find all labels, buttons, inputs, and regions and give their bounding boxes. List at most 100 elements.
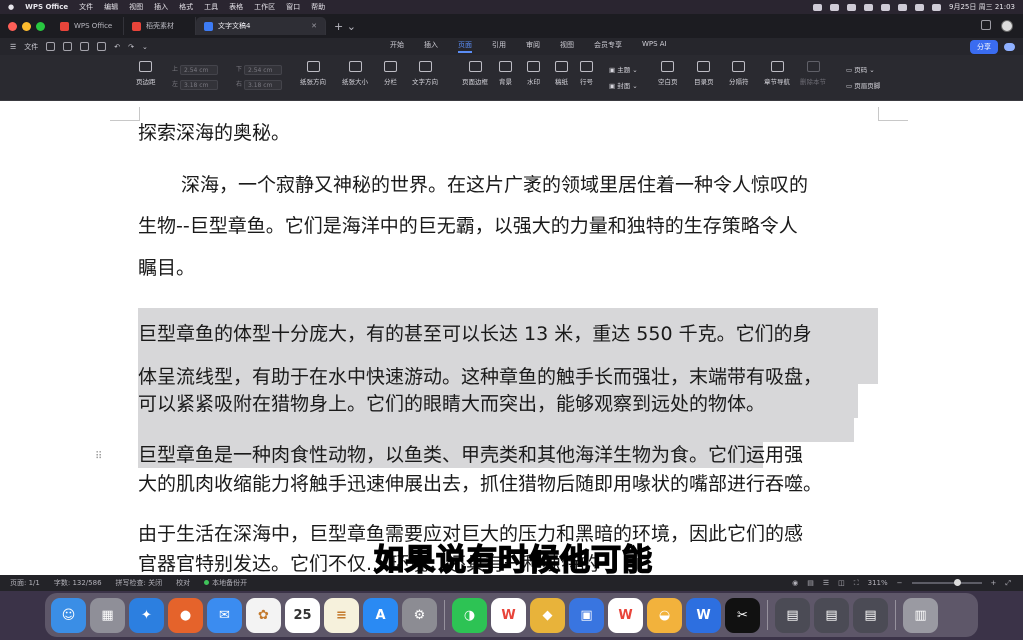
fullscreen-icon[interactable]: ⤢	[1005, 579, 1011, 588]
menu-window[interactable]: 窗口	[286, 2, 300, 12]
columns-button[interactable]: 分栏	[384, 61, 397, 86]
page-view-icon[interactable]: ▤	[807, 579, 814, 587]
tab-home[interactable]: 开始	[390, 40, 404, 53]
margin-right-input[interactable]: 3.18 cm	[244, 79, 283, 90]
page-count[interactable]: 页面: 1/1	[10, 578, 40, 588]
dock-toolbox-icon[interactable]: ◒	[647, 597, 682, 633]
new-tab-button[interactable]: + ⌄	[334, 20, 356, 33]
zoom-level[interactable]: 311%	[868, 579, 888, 587]
dock-trash-icon[interactable]: ▥	[903, 597, 938, 633]
page-border-button[interactable]: 页面边框	[462, 61, 488, 86]
wechat-status-icon[interactable]	[847, 3, 857, 11]
section-nav-button[interactable]: 章节导航	[764, 61, 790, 86]
menu-help[interactable]: 帮助	[311, 2, 325, 12]
line-number-button[interactable]: 行号	[580, 61, 593, 86]
proofread-button[interactable]: 校对	[176, 578, 190, 588]
tab-docer[interactable]: 稻壳素材	[124, 17, 196, 35]
tab-insert[interactable]: 插入	[424, 40, 438, 53]
tab-page[interactable]: 页面	[458, 40, 472, 53]
save-icon[interactable]	[63, 42, 73, 51]
dock-app-store-icon[interactable]: A	[363, 597, 398, 633]
doc-paragraph-1-line-3[interactable]: 瞩目。	[138, 247, 880, 289]
page-number-button[interactable]: ▭ 页码 ⌄	[846, 64, 875, 74]
dock-launchpad-icon[interactable]: ▦	[90, 597, 125, 633]
header-footer-button[interactable]: ▭ 页眉页脚	[846, 80, 880, 90]
close-tab-icon[interactable]: ✕	[311, 22, 317, 30]
margin-left-field[interactable]: 左 3.18 cm	[172, 79, 219, 90]
document-page[interactable]: ⠿ 探索深海的奥秘。 深海，一个寂静又神秘的世界。在这片广袤的领域里居住着一种令…	[0, 101, 1023, 575]
dock-window-thumb-3-icon[interactable]: ▤	[853, 597, 888, 633]
text-direction-button[interactable]: 文字方向	[412, 61, 438, 86]
tab-document[interactable]: 文字文稿4 ✕	[196, 17, 326, 35]
dock-wps-word-icon[interactable]: W	[686, 597, 721, 633]
orientation-button[interactable]: 纸张方向	[300, 61, 326, 86]
eye-icon[interactable]: ◉	[792, 579, 798, 587]
record-icon[interactable]	[813, 3, 823, 11]
dock-notes-icon[interactable]: ≡	[324, 597, 359, 633]
margin-bottom-field[interactable]: 下 2.54 cm	[236, 64, 283, 75]
dock-window-thumb-2-icon[interactable]: ▤	[814, 597, 849, 633]
dock-system-settings-icon[interactable]: ⚙	[402, 597, 437, 633]
doc-paragraph-2-line-3[interactable]: 可以紧紧吸附在猎物身上。它们的眼睛大而突出，能够观察到远处的物体。	[138, 383, 880, 425]
menu-insert[interactable]: 插入	[154, 2, 168, 12]
dock-wechat-icon[interactable]: ◑	[452, 597, 487, 633]
background-button[interactable]: 背景	[499, 61, 512, 86]
share-button[interactable]: 分享	[970, 39, 998, 54]
menu-app-name[interactable]: WPS Office	[25, 3, 68, 11]
window-mode-icon[interactable]	[981, 20, 991, 30]
margin-left-input[interactable]: 3.18 cm	[180, 79, 219, 90]
doc-paragraph-1-line-1[interactable]: 深海，一个寂静又神秘的世界。在这片广袤的领域里居住着一种令人惊叹的	[138, 164, 880, 206]
doc-paragraph-2-line-1[interactable]: 巨型章鱼的体型十分庞大，有的甚至可以长达 13 米，重达 550 千克。它们的身	[138, 313, 880, 355]
margin-right-field[interactable]: 右 3.18 cm	[236, 79, 283, 90]
tab-review[interactable]: 审阅	[526, 40, 540, 53]
web-view-icon[interactable]: ◫	[838, 579, 845, 587]
tab-wps-ai[interactable]: WPS AI	[642, 40, 667, 53]
draft-paper-button[interactable]: 稿纸	[555, 61, 568, 86]
maximize-window-button[interactable]	[36, 21, 45, 31]
dock-safari-icon[interactable]: ✦	[129, 597, 164, 633]
undo-icon[interactable]: ↶	[114, 43, 120, 51]
zoom-out-icon[interactable]: −	[897, 579, 903, 587]
zoom-slider-knob[interactable]	[953, 579, 961, 586]
control-center-icon[interactable]	[932, 3, 942, 11]
dock-photos-icon[interactable]: ✿	[246, 597, 281, 633]
dock-window-thumb-1-icon[interactable]: ▤	[775, 597, 810, 633]
tab-member[interactable]: 会员专享	[594, 40, 622, 53]
more-chevron-icon[interactable]: ⌄	[142, 43, 148, 51]
dock-calendar-icon[interactable]: 25	[285, 597, 320, 633]
dock-wps-icon[interactable]: W	[491, 597, 526, 633]
dock-mail-icon[interactable]: ✉	[207, 597, 242, 633]
tab-view[interactable]: 视图	[560, 40, 574, 53]
export-icon[interactable]	[97, 42, 107, 51]
menu-tools[interactable]: 工具	[204, 2, 218, 12]
backup-status[interactable]: 本地备份开	[204, 578, 247, 588]
search-icon[interactable]	[915, 3, 925, 11]
dock-capcut-icon[interactable]: ✂	[725, 597, 760, 633]
menu-file[interactable]: 文件	[79, 2, 93, 12]
wifi-icon[interactable]	[898, 3, 908, 11]
doc-paragraph-1-line-2[interactable]: 生物--巨型章鱼。它们是海洋中的巨无霸，以强大的力量和独特的生存策略令人	[138, 205, 880, 247]
open-icon[interactable]	[46, 42, 56, 51]
dock-security-icon[interactable]: ◆	[530, 597, 565, 633]
dock-wps-writer-icon[interactable]: W	[608, 597, 643, 633]
apple-icon[interactable]: ●	[8, 3, 14, 11]
menu-table[interactable]: 表格	[229, 2, 243, 12]
menu-workspace[interactable]: 工作区	[254, 2, 275, 12]
doc-paragraph-3-line-2[interactable]: 大的肌肉收缩能力将触手迅速伸展出去，抓住猎物后随即用喙状的嘴部进行吞噬。	[138, 463, 880, 505]
cloud-sync-icon[interactable]	[1004, 42, 1015, 51]
fit-width-icon[interactable]: ⛶	[854, 579, 859, 588]
zoom-in-icon[interactable]: +	[991, 579, 997, 587]
avatar[interactable]	[1001, 20, 1013, 32]
zoom-slider[interactable]	[911, 579, 982, 586]
blank-page-button[interactable]: 空白页	[658, 61, 678, 86]
cover-button[interactable]: ▣ 封面 ⌄	[609, 80, 638, 90]
word-count[interactable]: 字数: 132/586	[54, 578, 102, 588]
page-margin-button[interactable]: 页边距	[136, 61, 156, 86]
menu-clock[interactable]: 9月25日 周三 21:03	[949, 2, 1015, 12]
drag-handle-icon[interactable]: ⠿	[95, 451, 102, 462]
redo-icon[interactable]: ↷	[128, 43, 134, 51]
close-window-button[interactable]	[8, 21, 17, 31]
margin-bottom-input[interactable]: 2.54 cm	[244, 64, 283, 75]
paper-size-button[interactable]: 纸张大小	[342, 61, 368, 86]
outline-view-icon[interactable]: ☰	[823, 579, 829, 587]
